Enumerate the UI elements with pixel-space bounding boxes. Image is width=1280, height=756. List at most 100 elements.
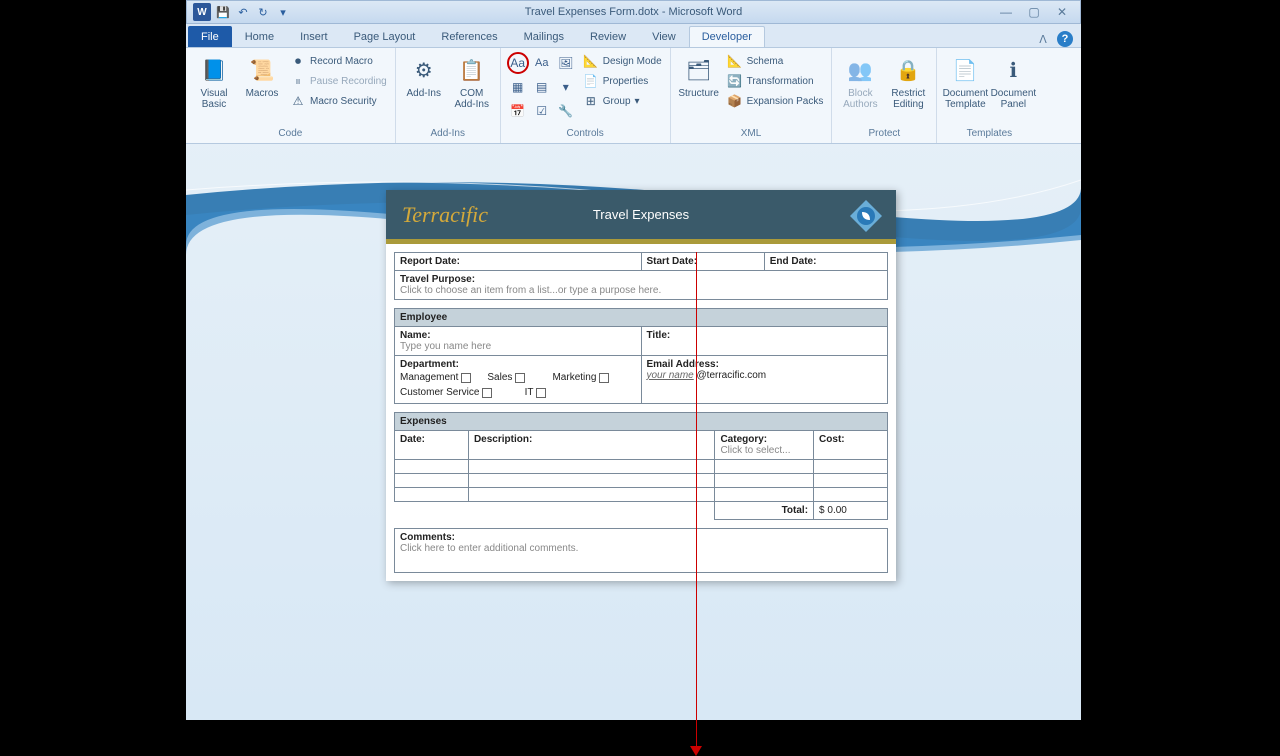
total-label: Total: bbox=[782, 505, 808, 516]
travel-purpose-field[interactable]: Click to choose an item from a list...or… bbox=[400, 285, 661, 296]
properties-icon: 📄 bbox=[583, 73, 599, 89]
com-addins-icon: 📋 bbox=[456, 54, 488, 86]
exp-category-header: Category: bbox=[720, 434, 767, 445]
addins-button[interactable]: ⚙ Add-Ins bbox=[402, 52, 446, 99]
save-icon[interactable]: 💾 bbox=[215, 4, 231, 20]
document-banner: Terracific Travel Expenses bbox=[386, 190, 896, 244]
minimize-button[interactable]: — bbox=[998, 5, 1014, 19]
maximize-button[interactable]: ▢ bbox=[1026, 5, 1042, 19]
visual-basic-icon: 📘 bbox=[198, 54, 230, 86]
tab-review[interactable]: Review bbox=[577, 26, 639, 47]
macros-button[interactable]: 📜 Macros bbox=[240, 52, 284, 99]
com-addins-button[interactable]: 📋 COM Add-Ins bbox=[450, 52, 494, 110]
qat-dropdown-icon[interactable]: ▾ bbox=[275, 4, 291, 20]
structure-button[interactable]: 🗂 Structure bbox=[677, 52, 721, 99]
dept-management[interactable]: Management bbox=[400, 372, 471, 383]
tab-view[interactable]: View bbox=[639, 26, 689, 47]
macros-icon: 📜 bbox=[246, 54, 278, 86]
expenses-header: Expenses bbox=[395, 413, 888, 431]
title-label: Title: bbox=[647, 330, 671, 341]
name-label: Name: bbox=[400, 330, 431, 341]
document-page: Terracific Travel Expenses Report Date: … bbox=[386, 190, 896, 581]
picture-control-icon[interactable]: 🖼 bbox=[555, 52, 577, 74]
tab-references[interactable]: References bbox=[428, 26, 510, 47]
group-protect: 👥 Block Authors 🔒 Restrict Editing Prote… bbox=[832, 48, 937, 143]
combo-box-control-icon[interactable]: ▤ bbox=[531, 76, 553, 98]
comments-table: Comments: Click here to enter additional… bbox=[394, 528, 888, 573]
email-domain: @terracific.com bbox=[694, 370, 766, 381]
start-date-label: Start Date: bbox=[647, 256, 698, 267]
tab-mailings[interactable]: Mailings bbox=[511, 26, 577, 47]
brand-name: Terracific bbox=[402, 202, 488, 228]
properties-button[interactable]: 📄Properties bbox=[581, 72, 664, 90]
expense-row[interactable] bbox=[395, 474, 888, 488]
macro-security-button[interactable]: ⚠Macro Security bbox=[288, 92, 389, 110]
transformation-button[interactable]: 🔄Transformation bbox=[725, 72, 826, 90]
date-picker-control-icon[interactable]: 📅 bbox=[507, 100, 529, 122]
expense-row[interactable] bbox=[395, 460, 888, 474]
visual-basic-button[interactable]: 📘 Visual Basic bbox=[192, 52, 236, 110]
document-panel-button[interactable]: ℹ Document Panel bbox=[991, 52, 1035, 110]
group-templates: 📄 Document Template ℹ Document Panel Tem… bbox=[937, 48, 1041, 143]
dept-sales[interactable]: Sales bbox=[485, 372, 525, 383]
legacy-tools-icon[interactable]: 🔧 bbox=[555, 100, 577, 122]
plain-text-control-icon[interactable]: Aa bbox=[531, 52, 553, 74]
expenses-table: Expenses Date: Description: Category:Cli… bbox=[394, 412, 888, 520]
tab-developer[interactable]: Developer bbox=[689, 26, 765, 47]
exp-cost-header: Cost: bbox=[819, 434, 845, 445]
expense-row[interactable] bbox=[395, 488, 888, 502]
expansion-icon: 📦 bbox=[727, 93, 743, 109]
dept-it[interactable]: IT bbox=[506, 387, 546, 398]
group-code: 📘 Visual Basic 📜 Macros ⏺Record Macro ⏸P… bbox=[186, 48, 396, 143]
pause-recording-button[interactable]: ⏸Pause Recording bbox=[288, 72, 389, 90]
schema-icon: 📐 bbox=[727, 53, 743, 69]
document-template-button[interactable]: 📄 Document Template bbox=[943, 52, 987, 110]
transformation-icon: 🔄 bbox=[727, 73, 743, 89]
group-addins: ⚙ Add-Ins 📋 COM Add-Ins Add-Ins bbox=[396, 48, 501, 143]
employee-table: Employee Name: Type you name here Title:… bbox=[394, 308, 888, 404]
dropdown-control-icon[interactable]: ▾ bbox=[555, 76, 577, 98]
ribbon: 📘 Visual Basic 📜 Macros ⏺Record Macro ⏸P… bbox=[186, 48, 1081, 144]
rich-text-control-icon[interactable]: Aa bbox=[507, 52, 529, 74]
department-label: Department: bbox=[400, 359, 459, 370]
window-title: Travel Expenses Form.dotx - Microsoft Wo… bbox=[525, 6, 743, 18]
controls-grid: Aa Aa 🖼 ▦ ▤ ▾ 📅 ☑ 🔧 bbox=[507, 52, 577, 122]
exp-description-header: Description: bbox=[474, 434, 532, 445]
checkbox-control-icon[interactable]: ☑ bbox=[531, 100, 553, 122]
minimize-ribbon-icon[interactable]: ᐱ bbox=[1035, 31, 1051, 47]
comments-field[interactable]: Click here to enter additional comments. bbox=[400, 543, 578, 554]
travel-purpose-label: Travel Purpose: bbox=[400, 274, 475, 285]
group-icon: ⊞ bbox=[583, 93, 599, 109]
tab-file[interactable]: File bbox=[188, 26, 232, 47]
close-button[interactable]: ✕ bbox=[1054, 5, 1070, 19]
building-block-control-icon[interactable]: ▦ bbox=[507, 76, 529, 98]
name-field[interactable]: Type you name here bbox=[400, 341, 491, 352]
word-icon[interactable]: W bbox=[193, 3, 211, 21]
end-date-label: End Date: bbox=[770, 256, 817, 267]
email-field[interactable]: your name bbox=[647, 370, 694, 381]
exp-category-field[interactable]: Click to select... bbox=[720, 445, 790, 456]
undo-icon[interactable]: ↶ bbox=[235, 4, 251, 20]
group-button[interactable]: ⊞Group ▾ bbox=[581, 92, 664, 110]
tab-home[interactable]: Home bbox=[232, 26, 287, 47]
group-controls: Aa Aa 🖼 ▦ ▤ ▾ 📅 ☑ 🔧 📐Design Mode 📄Proper… bbox=[501, 48, 671, 143]
design-mode-icon: 📐 bbox=[583, 53, 599, 69]
document-title: Travel Expenses bbox=[593, 207, 689, 222]
dept-marketing[interactable]: Marketing bbox=[539, 372, 609, 383]
quick-access-toolbar: W 💾 ↶ ↻ ▾ bbox=[187, 3, 297, 21]
schema-button[interactable]: 📐Schema bbox=[725, 52, 826, 70]
expansion-packs-button[interactable]: 📦Expansion Packs bbox=[725, 92, 826, 110]
redo-icon[interactable]: ↻ bbox=[255, 4, 271, 20]
block-authors-button[interactable]: 👥 Block Authors bbox=[838, 52, 882, 110]
tab-insert[interactable]: Insert bbox=[287, 26, 341, 47]
design-mode-button[interactable]: 📐Design Mode bbox=[581, 52, 664, 70]
record-macro-button[interactable]: ⏺Record Macro bbox=[288, 52, 389, 70]
comments-label: Comments: bbox=[400, 532, 455, 543]
help-icon[interactable]: ? bbox=[1057, 31, 1073, 47]
report-date-label: Report Date: bbox=[400, 256, 460, 267]
addins-icon: ⚙ bbox=[408, 54, 440, 86]
pause-icon: ⏸ bbox=[290, 73, 306, 89]
tab-page-layout[interactable]: Page Layout bbox=[341, 26, 429, 47]
dept-customer-service[interactable]: Customer Service bbox=[400, 387, 492, 398]
restrict-editing-button[interactable]: 🔒 Restrict Editing bbox=[886, 52, 930, 110]
